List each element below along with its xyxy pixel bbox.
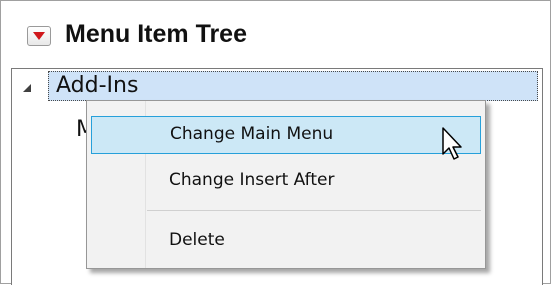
menu-item-label: Delete [169, 230, 225, 250]
collapse-button[interactable] [27, 26, 51, 46]
context-menu: Change Main Menu Change Insert After Del… [86, 100, 486, 269]
red-triangle-down-icon [33, 32, 45, 40]
panel-header: Menu Item Tree [1, 1, 550, 67]
menu-item-label: Change Insert After [169, 170, 335, 190]
menu-item-label: Change Main Menu [170, 124, 334, 144]
tree-node-label[interactable]: Add-Ins [56, 73, 138, 98]
menu-item-change-insert-after[interactable]: Change Insert After [91, 163, 481, 201]
menu-item-tree-panel: Menu Item Tree Add-Ins M Change Main Men… [0, 0, 551, 285]
panel-title: Menu Item Tree [65, 20, 247, 48]
menu-item-change-main-menu[interactable]: Change Main Menu [91, 116, 481, 154]
arrow-pointer-icon [442, 127, 462, 160]
triangle-expanded-icon[interactable] [22, 83, 32, 93]
menu-item-delete[interactable]: Delete [91, 223, 481, 261]
menu-separator [147, 210, 481, 211]
